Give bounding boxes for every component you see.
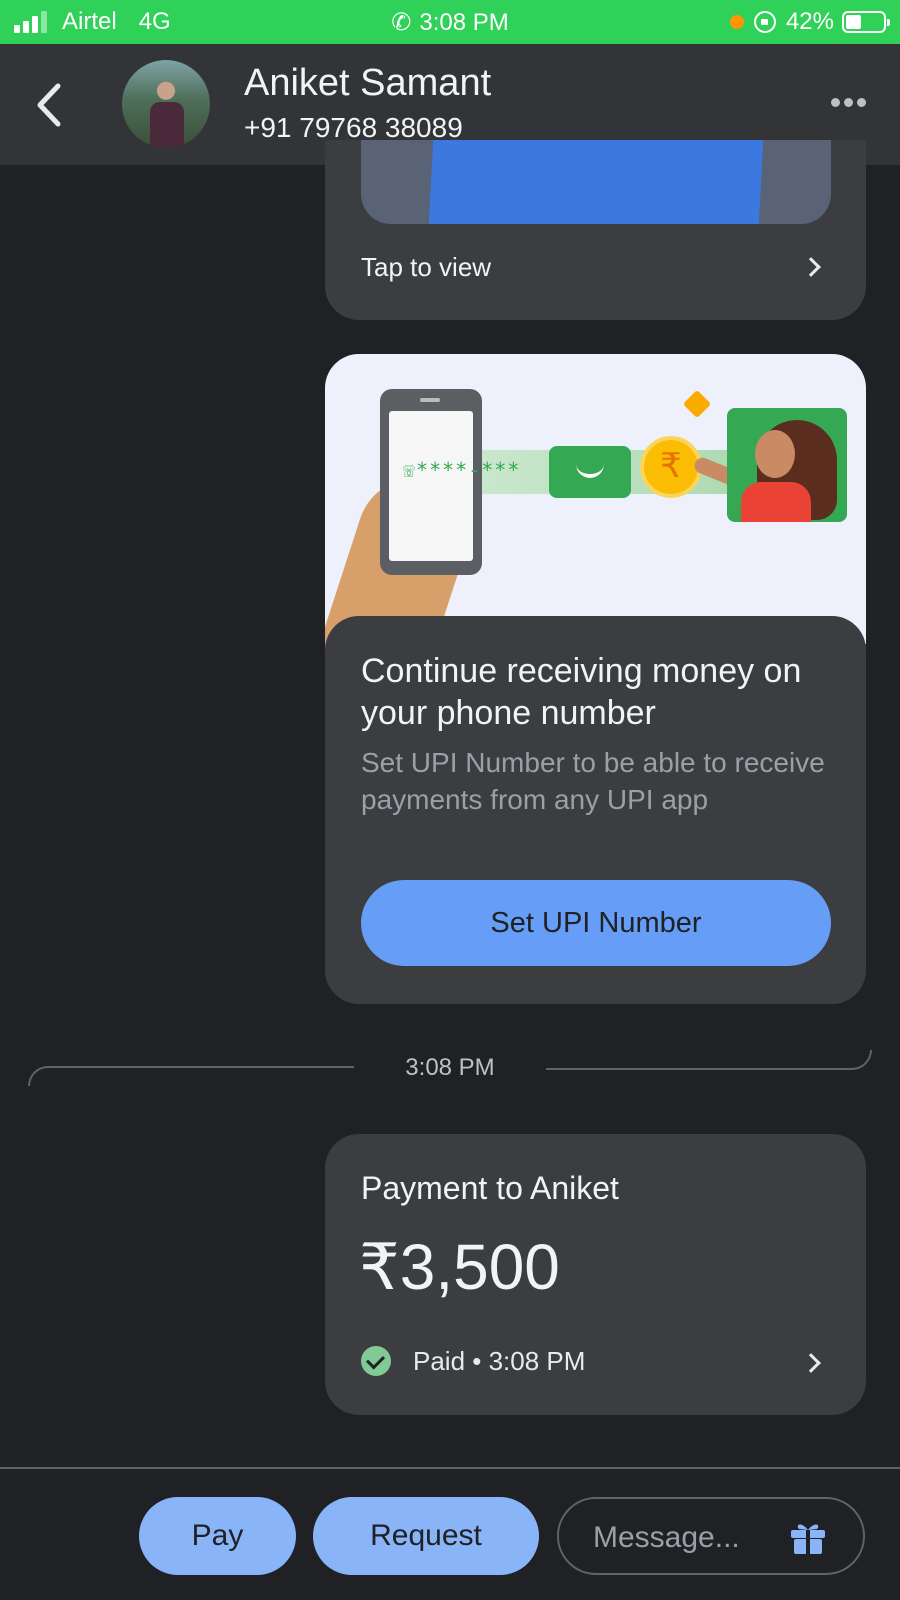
orientation-lock-icon xyxy=(753,11,776,33)
chevron-right-icon xyxy=(801,257,821,277)
phone-icon: ✆ xyxy=(391,9,412,36)
status-bar: Airtel 4G ✆ 3:08 PM 42% xyxy=(0,0,900,44)
promo-panel: Continue receiving money on your phone n… xyxy=(325,616,866,1004)
gift-icon[interactable] xyxy=(789,1519,827,1555)
rupee-coin-icon: ₹ xyxy=(640,436,702,498)
phone-illustration xyxy=(380,389,482,575)
bottom-action-bar: Pay Request Message... xyxy=(0,1467,900,1600)
promo-illustration: ☏****-*** ₹ xyxy=(325,354,866,687)
battery-icon xyxy=(842,11,890,33)
sparkle-icon xyxy=(682,389,712,419)
back-arrow-icon[interactable] xyxy=(30,80,70,130)
promo-description: Set UPI Number to be able to receive pay… xyxy=(361,747,825,815)
upi-number-promo-card: ☏****-*** ₹ Continue receiving money on … xyxy=(325,354,866,1004)
check-circle-icon xyxy=(361,1346,391,1376)
message-placeholder: Message... xyxy=(593,1521,740,1554)
smile-icon xyxy=(549,446,631,498)
payment-status: Paid • 3:08 PM xyxy=(413,1346,586,1376)
payment-card[interactable]: Payment to Aniket ₹3,500 Paid • 3:08 PM xyxy=(325,1134,866,1415)
pay-button[interactable]: Pay xyxy=(139,1497,296,1575)
card-image xyxy=(361,140,831,224)
timestamp-divider: 3:08 PM xyxy=(28,1050,872,1090)
chevron-right-icon xyxy=(801,1353,821,1373)
message-input[interactable]: Message... xyxy=(557,1497,865,1575)
tap-to-view-label: Tap to view xyxy=(361,252,492,282)
promo-title: Continue receiving money on your phone n… xyxy=(361,652,802,732)
contact-name[interactable]: Aniket Samant xyxy=(244,62,491,105)
masked-number-text: ☏****-*** xyxy=(403,458,521,482)
previous-message-card[interactable]: Tap to view xyxy=(325,140,866,320)
battery-percent: 42% xyxy=(785,8,834,35)
timestamp-text: 3:08 PM xyxy=(405,1054,495,1081)
payment-amount: ₹3,500 xyxy=(359,1231,560,1303)
request-button[interactable]: Request xyxy=(313,1497,539,1575)
person-illustration xyxy=(727,408,847,522)
mic-indicator-icon xyxy=(729,15,744,29)
avatar[interactable] xyxy=(122,60,210,148)
more-options-icon[interactable] xyxy=(827,98,866,107)
status-time-text: 3:08 PM xyxy=(419,9,509,36)
payment-title: Payment to Aniket xyxy=(361,1170,619,1206)
set-upi-number-button[interactable]: Set UPI Number xyxy=(361,880,831,966)
status-right: 42% xyxy=(729,8,890,36)
